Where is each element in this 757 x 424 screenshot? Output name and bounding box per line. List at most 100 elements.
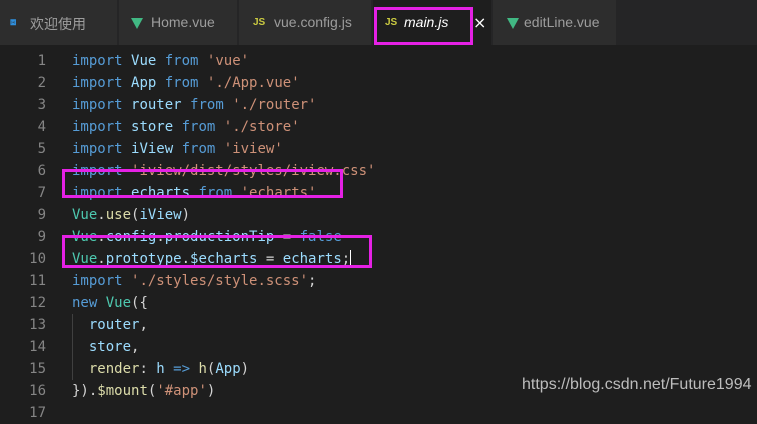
- code-text: import iView from 'iview': [72, 138, 283, 160]
- vue-icon: [507, 18, 521, 31]
- code-token: .: [97, 207, 106, 223]
- code-token: 'iview': [223, 141, 283, 157]
- code-token: $mount: [97, 383, 148, 399]
- line-number: 6: [37, 163, 46, 179]
- code-token: Vue: [105, 295, 132, 311]
- tab-label: Home.vue: [151, 14, 215, 30]
- code-line[interactable]: 14 store,: [0, 336, 757, 358]
- code-text: store,: [72, 336, 140, 358]
- code-token: store: [131, 119, 174, 135]
- code-text: import Vue from 'vue': [72, 50, 249, 72]
- line-number: 14: [29, 339, 46, 355]
- code-token: ): [206, 383, 216, 399]
- code-token: ,: [131, 339, 140, 355]
- code-token: App: [215, 361, 241, 377]
- code-line[interactable]: 13 router,: [0, 314, 757, 336]
- code-text: import router from './router': [72, 94, 316, 116]
- vscode-icon: ⧈: [10, 17, 17, 28]
- line-number: 3: [37, 97, 46, 113]
- line-number: 13: [29, 317, 46, 333]
- code-line[interactable]: 9 Vue.use(iView): [0, 204, 757, 226]
- code-token: render: [88, 361, 140, 377]
- code-line[interactable]: 1 import Vue from 'vue': [0, 50, 757, 72]
- line-number: 1: [37, 53, 46, 69]
- code-text: render: h => h(App): [72, 358, 249, 380]
- code-token: './router': [232, 97, 317, 113]
- code-token: Vue: [72, 207, 98, 223]
- code-token: './App.vue': [206, 75, 300, 91]
- code-line[interactable]: 5 import iView from 'iview': [0, 138, 757, 160]
- line-number: 17: [29, 405, 46, 421]
- code-token: from: [181, 119, 216, 135]
- code-token: import: [72, 75, 123, 91]
- code-token: '#app': [156, 383, 207, 399]
- tab-editline-vue[interactable]: editLine.vue: [493, 0, 617, 45]
- code-token: h: [156, 361, 165, 377]
- code-token: h: [198, 361, 207, 377]
- line-number: 16: [29, 383, 46, 399]
- tab-label: 欢迎使用: [30, 16, 86, 32]
- line-number: 4: [37, 119, 46, 135]
- code-line[interactable]: 2 import App from './App.vue': [0, 72, 757, 94]
- code-token: use: [105, 207, 132, 223]
- code-text: }).$mount('#app'): [72, 380, 215, 402]
- code-token: import: [72, 119, 123, 135]
- tab-welcome[interactable]: ⧈ 欢迎使用: [0, 0, 118, 45]
- js-icon: JS: [253, 17, 266, 28]
- code-line[interactable]: 12 new Vue({: [0, 292, 757, 314]
- code-token: ): [181, 207, 191, 223]
- code-token: import: [72, 53, 123, 69]
- code-editor[interactable]: 1 import Vue from 'vue' 2 import App from '…: [0, 45, 757, 421]
- code-text: import './styles/style.scss';: [72, 270, 316, 292]
- code-token: import: [72, 141, 123, 157]
- tab-label: vue.config.js: [274, 14, 352, 30]
- code-token: 'vue': [206, 53, 250, 69]
- line-number: 7: [37, 185, 46, 201]
- code-token: import: [72, 273, 123, 289]
- code-line[interactable]: 3 import router from './router': [0, 94, 757, 116]
- code-line[interactable]: 4 import store from './store': [0, 116, 757, 138]
- line-number: 9: [37, 207, 46, 223]
- tab-home-vue[interactable]: Home.vue: [119, 0, 238, 45]
- code-line[interactable]: 17: [0, 402, 757, 424]
- tab-vue-config-js[interactable]: JS vue.config.js: [239, 0, 372, 45]
- vue-icon: [131, 18, 145, 31]
- line-10-highlight-box: [62, 235, 372, 268]
- line-number: 5: [37, 141, 46, 157]
- close-icon[interactable]: ×: [473, 13, 486, 32]
- line-7-highlight-box: [62, 169, 343, 198]
- code-token: iView: [139, 207, 182, 223]
- code-token: from: [164, 53, 199, 69]
- code-token: from: [181, 141, 216, 157]
- code-token: './styles/style.scss': [131, 273, 309, 289]
- code-token: =>: [173, 361, 191, 377]
- code-text: router,: [72, 314, 148, 336]
- code-token: new: [72, 295, 98, 311]
- code-token: './store': [223, 119, 300, 135]
- code-text: new Vue({: [72, 292, 148, 314]
- code-token: iView: [131, 141, 174, 157]
- tab-highlight-box: [374, 7, 473, 45]
- code-token: import: [72, 97, 123, 113]
- code-token: App: [131, 75, 157, 91]
- line-number: 2: [37, 75, 46, 91]
- code-line[interactable]: 11 import './styles/style.scss';: [0, 270, 757, 292]
- code-token: ;: [308, 273, 317, 289]
- code-token: store: [88, 339, 132, 355]
